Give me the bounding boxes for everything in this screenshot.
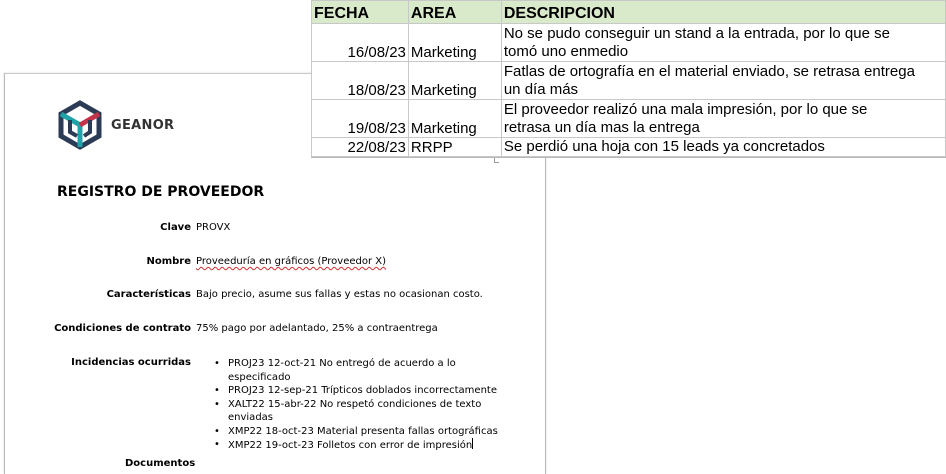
field-value-nombre[interactable]: Proveeduría en gráficos (Proveedor X) bbox=[196, 256, 386, 267]
incident-line-cont: especificado bbox=[228, 371, 291, 383]
field-value-clave[interactable]: PROVX bbox=[196, 222, 230, 233]
list-item[interactable]: XMP22 18-oct-23 Material presenta fallas… bbox=[214, 425, 514, 439]
incident-line: PROJ23 12-oct-21 No entregó de acuerdo a… bbox=[228, 358, 456, 369]
cell-fecha[interactable]: 18/08/23 bbox=[311, 61, 409, 100]
cell-fecha[interactable]: 19/08/23 bbox=[311, 99, 409, 138]
table-row: 16/08/23 Marketing No se pudo conseguir … bbox=[311, 23, 946, 62]
incidents-list: PROJ23 12-oct-21 No entregó de acuerdo a… bbox=[214, 357, 514, 453]
document-title: REGISTRO DE PROVEEDOR bbox=[57, 184, 265, 200]
cell-text: No se pudo conseguir un stand a la entra… bbox=[503, 25, 890, 42]
column-header-fecha[interactable]: FECHA bbox=[311, 0, 409, 24]
field-label-documentos: Documentos bbox=[125, 458, 196, 469]
incident-line: PROJ23 12-sep-21 Trípticos doblados inco… bbox=[228, 385, 497, 396]
incident-line: XMP22 19-oct-23 Folletos con error de im… bbox=[228, 440, 473, 451]
text-cursor bbox=[472, 438, 474, 449]
field-value-condiciones[interactable]: 75% pago por adelantado, 25% a contraent… bbox=[196, 323, 438, 334]
field-label-incidencias: Incidencias ocurridas bbox=[71, 357, 191, 368]
spreadsheet-window: FECHA AREA DESCRIPCION 16/08/23 Marketin… bbox=[311, 0, 946, 163]
field-label-clave: Clave bbox=[160, 222, 191, 233]
field-label-caracteristicas: Características bbox=[106, 289, 191, 300]
list-item[interactable]: XALT22 15-abr-22 No respetó condiciones … bbox=[214, 398, 514, 425]
geanor-logo-icon bbox=[58, 100, 102, 150]
cell-text: Fatlas de ortografía en el material envi… bbox=[503, 63, 915, 80]
table-row: 19/08/23 Marketing El proveedor realizó … bbox=[311, 99, 946, 138]
cell-text: El proveedor realizó una mala impresión,… bbox=[503, 101, 868, 118]
cell-area[interactable]: Marketing bbox=[407, 23, 502, 62]
list-item[interactable]: PROJ23 12-oct-21 No entregó de acuerdo a… bbox=[214, 357, 514, 384]
logo-text: GEANOR bbox=[111, 117, 175, 133]
list-item[interactable]: PROJ23 12-sep-21 Trípticos doblados inco… bbox=[214, 384, 514, 398]
column-header-descripcion[interactable]: DESCRIPCION bbox=[500, 0, 946, 24]
fill-handle[interactable] bbox=[494, 158, 499, 163]
cell-text-cont: retrasa un día mas la entrega bbox=[503, 119, 700, 136]
cell-area[interactable]: Marketing bbox=[407, 99, 502, 138]
cell-area[interactable]: RRPP bbox=[407, 137, 502, 157]
cell-descripcion[interactable]: No se pudo conseguir un stand a la entra… bbox=[500, 23, 946, 62]
field-value-caracteristicas[interactable]: Bajo precio, asume sus fallas y estas no… bbox=[196, 289, 483, 300]
field-label-nombre: Nombre bbox=[146, 256, 191, 267]
cell-fecha[interactable]: 22/08/23 bbox=[311, 137, 409, 157]
table-row: 18/08/23 Marketing Fatlas de ortografía … bbox=[311, 61, 946, 100]
column-header-area[interactable]: AREA bbox=[407, 0, 502, 24]
cell-descripcion[interactable]: El proveedor realizó una mala impresión,… bbox=[500, 99, 946, 138]
incident-line-cont: enviadas bbox=[228, 412, 273, 423]
incident-line: XALT22 15-abr-22 No respetó condiciones … bbox=[228, 398, 482, 410]
table-row: 22/08/23 RRPP Se perdió una hoja con 15 … bbox=[311, 137, 946, 157]
cell-descripcion[interactable]: Se perdió una hoja con 15 leads ya concr… bbox=[500, 137, 946, 157]
cell-text-cont: tomó uno enmedio bbox=[503, 43, 629, 60]
cell-fecha[interactable]: 16/08/23 bbox=[311, 23, 409, 62]
table-header-row: FECHA AREA DESCRIPCION bbox=[311, 0, 946, 24]
cell-text-cont: un día más bbox=[503, 81, 579, 98]
company-logo: GEANOR bbox=[55, 100, 174, 150]
list-item[interactable]: XMP22 19-oct-23 Folletos con error de im… bbox=[214, 438, 514, 453]
cell-descripcion[interactable]: Fatlas de ortografía en el material envi… bbox=[500, 61, 946, 100]
incident-line: XMP22 18-oct-23 Material presenta fallas… bbox=[228, 425, 498, 437]
field-label-condiciones: Condiciones de contrato bbox=[54, 323, 191, 334]
incidents-table: FECHA AREA DESCRIPCION 16/08/23 Marketin… bbox=[311, 0, 946, 157]
cell-area[interactable]: Marketing bbox=[407, 61, 502, 100]
